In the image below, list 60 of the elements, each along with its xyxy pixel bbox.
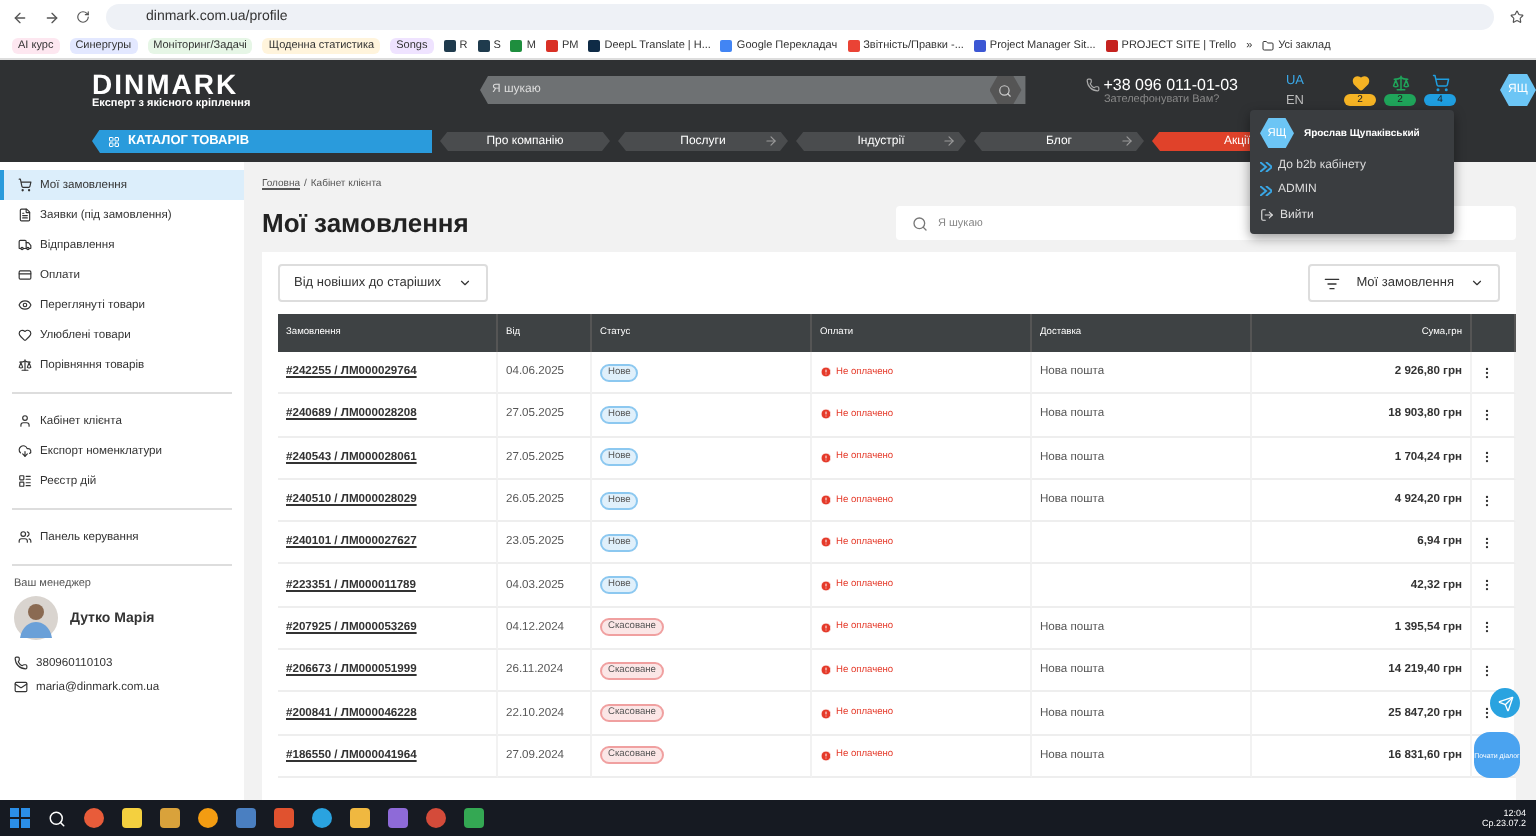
send-icon [1497,695,1513,711]
cart-icon[interactable] [1431,74,1449,92]
alert-icon [820,749,832,762]
alert-icon [820,408,832,421]
phone-number[interactable]: +38 096 011-01-03 [1103,75,1238,93]
phone-icon [1085,77,1100,91]
card-icon [18,268,32,282]
more-icon[interactable] [1480,578,1494,593]
chevron-down-icon [1470,276,1484,290]
column-header [1472,314,1516,352]
more-icon[interactable] [1480,365,1494,380]
alert-icon [820,494,832,507]
more-icon[interactable] [1480,450,1494,465]
alert-icon [820,536,832,549]
users-icon [18,530,32,544]
forward-icon[interactable] [44,9,60,25]
truck-icon [18,238,32,252]
star-icon[interactable] [1510,10,1524,24]
heart-icon [18,328,32,342]
more-icon[interactable] [1480,493,1494,508]
search-icon [912,215,928,231]
eye-icon [18,298,32,312]
chevrons-icon [1260,185,1272,196]
logout-icon [1260,208,1274,223]
alert-icon [820,579,832,592]
scales-icon[interactable] [1391,74,1409,92]
manager-avatar [14,596,58,640]
logo[interactable]: DINMARK [92,70,384,98]
scales-icon [18,358,32,372]
chevrons-icon [1260,161,1272,172]
document-icon [18,208,32,222]
list-icon [18,474,32,488]
reload-icon[interactable] [76,10,90,24]
alert-icon [820,451,832,464]
back-icon[interactable] [12,9,28,25]
alert-icon [820,664,832,677]
more-icon[interactable] [1480,407,1494,422]
more-icon[interactable] [1480,620,1494,635]
more-icon[interactable] [1480,535,1494,550]
more-icon[interactable] [1480,663,1494,678]
windows-icon[interactable] [10,808,30,828]
chevron-down-icon [457,276,472,290]
alert-icon [820,621,832,634]
phone-icon [14,656,28,670]
page-title: Мої замовлення [262,208,469,238]
alert-icon [820,707,832,720]
mail-icon [14,680,28,694]
arrow-icon [764,133,778,147]
heart-icon[interactable] [1351,74,1369,92]
filter-icon [1324,275,1341,291]
folder-icon [1262,40,1275,52]
arrow-icon [1120,133,1134,147]
grid-icon [108,135,120,147]
user-icon [18,414,32,428]
more-icon[interactable] [1480,706,1494,721]
alert-icon [820,366,832,379]
cart-icon [18,178,32,192]
arrow-icon [942,133,956,147]
search-icon[interactable] [48,809,66,827]
cloud-icon [18,444,32,458]
